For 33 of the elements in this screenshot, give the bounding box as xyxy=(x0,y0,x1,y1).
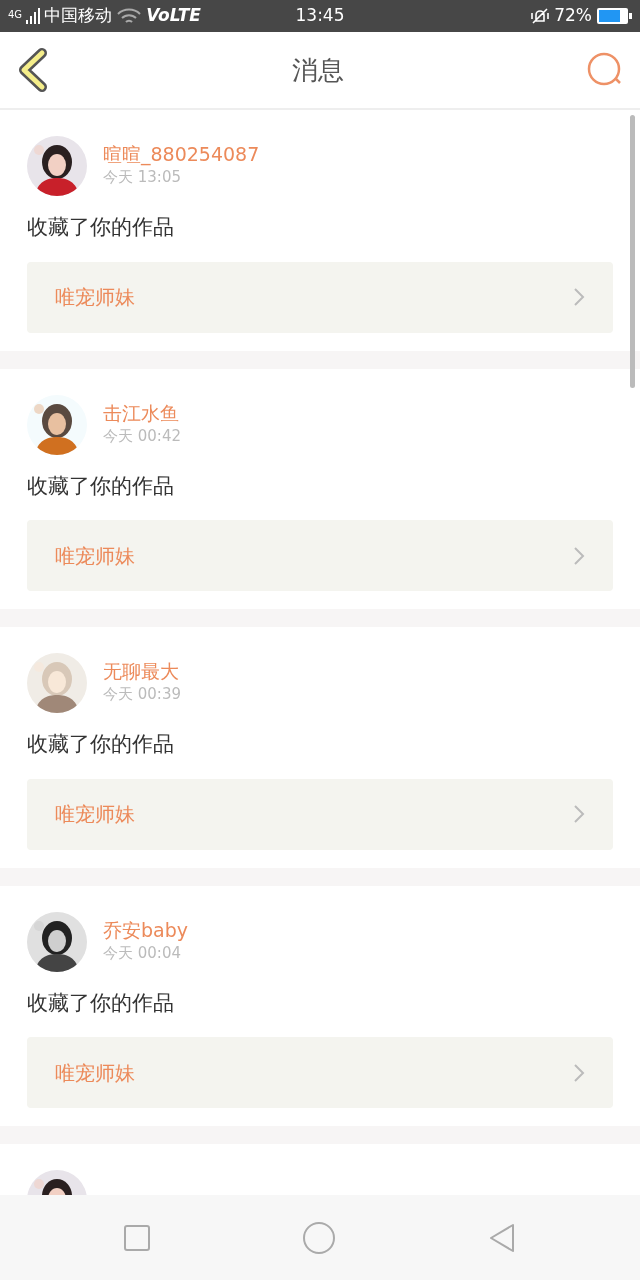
message-text: 收藏了你的作品 xyxy=(27,214,175,241)
work-link[interactable]: 唯宠师妹 xyxy=(27,520,613,591)
message-time: 今天 00:39 xyxy=(103,684,181,706)
home-button[interactable] xyxy=(302,1220,336,1255)
battery-percent: 72% xyxy=(554,4,592,28)
clock-time: 13:45 xyxy=(294,4,346,28)
recents-button[interactable] xyxy=(123,1223,152,1252)
work-link[interactable]: 唯宠师妹 xyxy=(27,261,613,333)
message-time: 今天 13:05 xyxy=(103,167,182,189)
user-name[interactable]: 无聊最大 xyxy=(103,660,181,684)
page-title: 消息 xyxy=(292,53,344,87)
work-link[interactable]: 唯宠师妹 xyxy=(27,1037,613,1108)
back-button[interactable] xyxy=(16,48,50,92)
carrier-name: 中国移动 xyxy=(44,4,113,28)
user-name[interactable]: 击江水鱼 xyxy=(103,401,181,425)
signal-icon xyxy=(26,8,41,24)
mute-icon xyxy=(530,7,551,25)
message-text: 收藏了你的作品 xyxy=(27,989,175,1017)
wifi-icon xyxy=(116,7,143,25)
chevron-icon xyxy=(573,1062,585,1083)
chevron-icon xyxy=(573,804,585,824)
work-link[interactable]: 唯宠师妹 xyxy=(27,778,613,850)
volte-label: VoLTE xyxy=(146,4,201,28)
chevron-icon xyxy=(573,287,585,307)
chevron-icon xyxy=(573,545,585,566)
message-text: 收藏了你的作品 xyxy=(27,731,175,758)
network-type: 4G xyxy=(8,8,23,23)
user-name[interactable]: 暄暄_880254087 xyxy=(103,143,260,167)
message-time: 今天 00:42 xyxy=(103,425,181,447)
message-text: 收藏了你的作品 xyxy=(27,472,175,500)
battery-icon xyxy=(596,7,632,25)
message-time: 今天 00:04 xyxy=(103,942,182,964)
user-name[interactable]: 乔安baby xyxy=(103,918,188,942)
